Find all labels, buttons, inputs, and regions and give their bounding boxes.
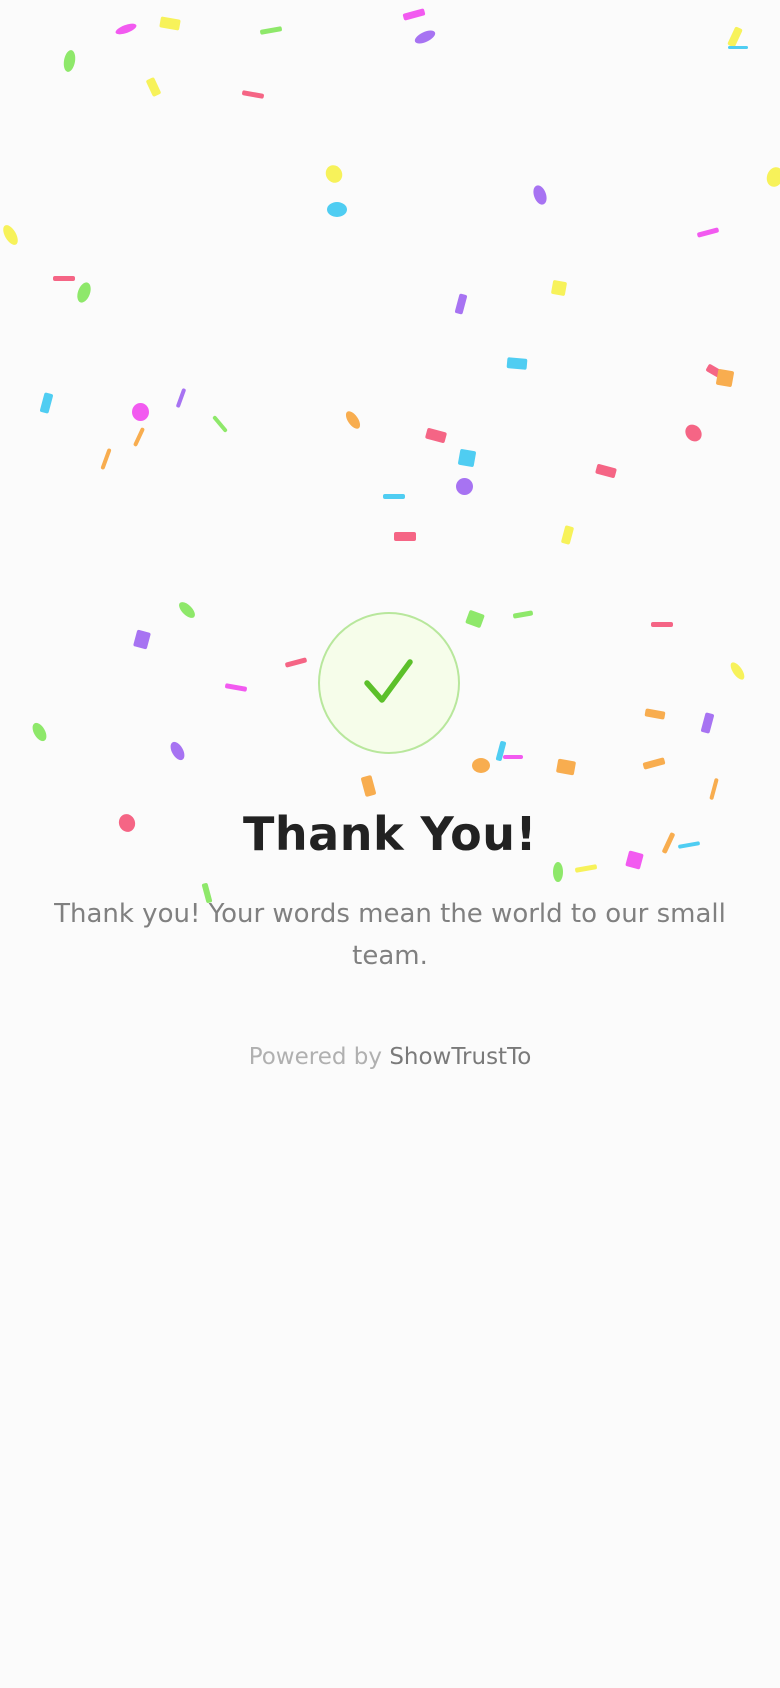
confetti-piece bbox=[506, 357, 528, 370]
thank-you-screen: Thank You! Thank you! Your words mean th… bbox=[0, 0, 780, 1688]
confetti-piece bbox=[454, 293, 468, 315]
confetti-piece bbox=[456, 478, 473, 495]
confetti-piece bbox=[424, 427, 448, 444]
confetti-piece bbox=[360, 774, 377, 798]
confetti-piece bbox=[560, 525, 575, 545]
confetti-piece bbox=[472, 758, 490, 773]
powered-by: Powered by ShowTrustTo bbox=[0, 1041, 780, 1073]
confetti-piece bbox=[322, 162, 346, 186]
confetti-piece bbox=[167, 739, 188, 763]
confetti-piece bbox=[327, 202, 347, 217]
confetti-piece bbox=[700, 712, 715, 734]
confetti-piece bbox=[728, 660, 747, 682]
confetti-piece bbox=[550, 279, 568, 297]
confetti-piece bbox=[681, 421, 706, 445]
confetti-piece bbox=[224, 683, 248, 692]
confetti-piece bbox=[159, 16, 181, 31]
confetti-piece bbox=[495, 740, 507, 762]
confetti-piece bbox=[176, 599, 198, 621]
confetti-piece bbox=[512, 610, 534, 619]
confetti-piece bbox=[53, 276, 75, 281]
confetti-piece bbox=[574, 864, 598, 873]
confetti-piece bbox=[530, 183, 550, 207]
confetti-piece bbox=[133, 629, 151, 650]
confetti-piece bbox=[175, 387, 187, 409]
confetti-piece bbox=[241, 90, 265, 99]
confetti-piece bbox=[727, 26, 743, 48]
confetti-piece bbox=[114, 21, 138, 37]
confetti-piece bbox=[343, 408, 363, 432]
confetti-piece bbox=[644, 708, 666, 720]
success-badge bbox=[318, 612, 460, 754]
confetti-piece bbox=[555, 758, 577, 776]
confetti-piece bbox=[764, 164, 780, 190]
confetti-piece bbox=[402, 8, 426, 21]
checkmark-icon bbox=[364, 659, 413, 703]
confetti-piece bbox=[145, 76, 162, 98]
confetti-piece bbox=[696, 227, 720, 238]
confetti-piece bbox=[39, 392, 54, 414]
brand-link[interactable]: ShowTrustTo bbox=[389, 1044, 531, 1070]
confetti-piece bbox=[705, 363, 727, 381]
confetti-piece bbox=[259, 26, 283, 35]
powered-by-label: Powered by bbox=[248, 1044, 382, 1070]
confetti-piece bbox=[394, 532, 416, 541]
confetti-piece bbox=[728, 46, 748, 49]
confetti-piece bbox=[457, 448, 477, 468]
confetti-piece bbox=[0, 222, 21, 248]
confetti-piece bbox=[651, 622, 673, 627]
confetti-piece bbox=[503, 755, 523, 759]
confetti-piece bbox=[74, 280, 94, 305]
page-title: Thank You! bbox=[243, 807, 537, 861]
confetti-piece bbox=[284, 657, 308, 668]
confetti-piece bbox=[100, 447, 112, 471]
confetti-piece bbox=[62, 49, 77, 73]
confetti-piece bbox=[29, 720, 50, 744]
confetti-piece bbox=[383, 494, 405, 499]
confetti-piece bbox=[132, 427, 146, 447]
confetti-piece bbox=[465, 609, 485, 629]
confetti-piece bbox=[132, 403, 149, 421]
confetti-piece bbox=[642, 757, 666, 770]
confetti-piece bbox=[412, 27, 438, 47]
thank-you-message: Thank you! Your words mean the world to … bbox=[54, 899, 726, 971]
confetti-piece bbox=[709, 777, 719, 801]
confetti-piece bbox=[595, 463, 617, 479]
confetti-piece bbox=[553, 862, 563, 882]
confetti-piece bbox=[715, 368, 735, 388]
confetti-piece bbox=[212, 415, 228, 433]
